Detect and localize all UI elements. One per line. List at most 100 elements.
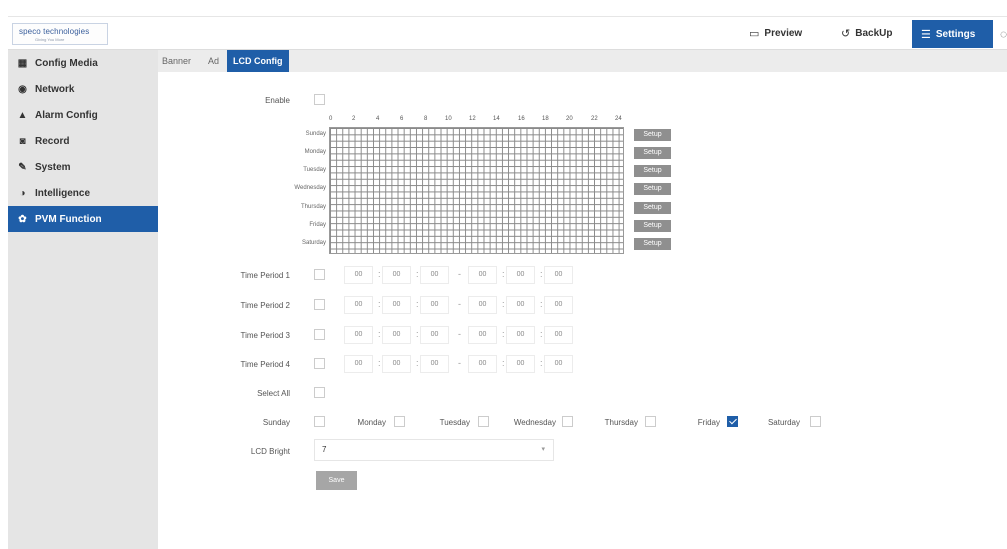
- start-minute-field[interactable]: 00: [382, 355, 411, 373]
- time-period-label: Time Period 1: [240, 271, 291, 280]
- time-separator: :: [378, 329, 381, 339]
- weekday-checkbox-sunday[interactable]: [314, 416, 325, 427]
- time-separator: :: [378, 269, 381, 279]
- time-period-checkbox[interactable]: [314, 329, 325, 340]
- weekday-checkbox-saturday[interactable]: [810, 416, 821, 427]
- sidebar-item-system[interactable]: ✎ System: [8, 154, 158, 180]
- end-hour-field[interactable]: 00: [468, 296, 497, 314]
- hour-label: 0: [329, 116, 333, 122]
- time-separator: :: [378, 299, 381, 309]
- end-second-field[interactable]: 00: [544, 326, 573, 344]
- hour-label: 8: [424, 116, 428, 122]
- sidebar-item-network[interactable]: ◉ Network: [8, 76, 158, 102]
- end-hour-field[interactable]: 00: [468, 266, 497, 284]
- enable-label: Enable: [265, 96, 290, 105]
- wrench-icon: ✎: [18, 161, 27, 173]
- list-icon: ☰: [921, 28, 931, 41]
- end-minute-field[interactable]: 00: [506, 355, 535, 373]
- weekday-checkbox-thursday[interactable]: [645, 416, 656, 427]
- start-second-field[interactable]: 00: [420, 326, 449, 344]
- hour-label: 22: [591, 116, 598, 122]
- logo-tagline: Giving You More: [35, 37, 65, 42]
- day-label: Wednesday: [294, 185, 326, 191]
- power-icon[interactable]: ◌: [1000, 17, 1007, 50]
- settings-button[interactable]: ☰ Settings: [912, 20, 993, 48]
- setup-button-monday[interactable]: Setup: [634, 147, 671, 159]
- day-label: Saturday: [301, 240, 326, 246]
- end-second-field[interactable]: 00: [544, 266, 573, 284]
- weekday-checkbox-monday[interactable]: [394, 416, 405, 427]
- sidebar-item-label: Intelligence: [35, 187, 91, 199]
- sidebar-item-pvm-function[interactable]: ✿ PVM Function: [8, 206, 158, 232]
- end-hour-field[interactable]: 00: [468, 355, 497, 373]
- setup-button-sunday[interactable]: Setup: [634, 129, 671, 141]
- setup-button-wednesday[interactable]: Setup: [634, 183, 671, 195]
- end-minute-field[interactable]: 00: [506, 266, 535, 284]
- setup-button-saturday[interactable]: Setup: [634, 238, 671, 250]
- start-hour-field[interactable]: 00: [344, 266, 373, 284]
- logo-text: speco technologies: [19, 27, 90, 36]
- hour-label: 4: [376, 116, 380, 122]
- hour-label: 14: [493, 116, 500, 122]
- weekday-checkbox-friday[interactable]: [727, 416, 738, 427]
- weekday-checkbox-tuesday[interactable]: [478, 416, 489, 427]
- hour-label: 20: [566, 116, 573, 122]
- weekday-label-monday: Monday: [357, 418, 386, 427]
- time-separator: :: [540, 329, 543, 339]
- window-top-strip: [0, 0, 1007, 16]
- time-separator: :: [416, 299, 419, 309]
- tab-ad[interactable]: Ad: [204, 50, 223, 72]
- backup-button[interactable]: ↺ BackUp: [841, 17, 892, 50]
- tab-lcd-config[interactable]: LCD Config: [227, 50, 289, 72]
- sidebar-item-label: Network: [35, 83, 75, 95]
- start-hour-field[interactable]: 00: [344, 326, 373, 344]
- start-hour-field[interactable]: 00: [344, 355, 373, 373]
- setup-button-friday[interactable]: Setup: [634, 220, 671, 232]
- time-separator: :: [502, 299, 505, 309]
- sidebar-item-label: System: [35, 161, 71, 173]
- end-second-field[interactable]: 00: [544, 296, 573, 314]
- sidebar-item-label: Config Media: [35, 57, 98, 69]
- weekday-checkbox-wednesday[interactable]: [562, 416, 573, 427]
- start-hour-field[interactable]: 00: [344, 296, 373, 314]
- day-label: Tuesday: [303, 167, 326, 173]
- select-all-label: Select All: [257, 389, 290, 398]
- enable-checkbox[interactable]: [314, 94, 325, 105]
- start-second-field[interactable]: 00: [420, 296, 449, 314]
- start-minute-field[interactable]: 00: [382, 296, 411, 314]
- time-period-checkbox[interactable]: [314, 269, 325, 280]
- lcd-bright-select[interactable]: 7 ▾: [314, 439, 554, 461]
- time-separator: :: [502, 269, 505, 279]
- end-hour-field[interactable]: 00: [468, 326, 497, 344]
- weekday-label-tuesday: Tuesday: [439, 418, 470, 427]
- sidebar-item-record[interactable]: ◙ Record: [8, 128, 158, 154]
- end-minute-field[interactable]: 00: [506, 296, 535, 314]
- sidebar-item-intelligence[interactable]: ◑ Intelligence: [8, 180, 158, 206]
- start-second-field[interactable]: 00: [420, 266, 449, 284]
- end-second-field[interactable]: 00: [544, 355, 573, 373]
- preview-button[interactable]: ▭ Preview: [749, 17, 802, 50]
- end-minute-field[interactable]: 00: [506, 326, 535, 344]
- start-second-field[interactable]: 00: [420, 355, 449, 373]
- preview-label: Preview: [764, 28, 803, 39]
- select-all-checkbox[interactable]: [314, 387, 325, 398]
- setup-button-thursday[interactable]: Setup: [634, 202, 671, 214]
- save-button[interactable]: Save: [316, 471, 357, 490]
- start-minute-field[interactable]: 00: [382, 266, 411, 284]
- time-separator: :: [502, 358, 505, 368]
- schedule-grid[interactable]: [329, 127, 624, 254]
- weekday-label-saturday: Saturday: [767, 418, 800, 427]
- time-period-checkbox[interactable]: [314, 358, 325, 369]
- tab-banner[interactable]: Banner: [158, 50, 195, 72]
- setup-button-tuesday[interactable]: Setup: [634, 165, 671, 177]
- sidebar-item-label: PVM Function: [35, 213, 102, 225]
- hour-label: 2: [352, 116, 356, 122]
- sidebar-item-config-media[interactable]: ▦ Config Media: [8, 50, 158, 76]
- lcd-bright-value: 7: [322, 445, 327, 454]
- sidebar-item-alarm-config[interactable]: ▲ Alarm Config: [8, 102, 158, 128]
- time-period-checkbox[interactable]: [314, 299, 325, 310]
- lcd-config-panel: Enable 0 2 4 6 8 10 12 14 16 18 20 22 24…: [158, 72, 1007, 549]
- hour-label: 18: [542, 116, 549, 122]
- start-minute-field[interactable]: 00: [382, 326, 411, 344]
- weekday-label-wednesday: Wednesday: [513, 418, 556, 427]
